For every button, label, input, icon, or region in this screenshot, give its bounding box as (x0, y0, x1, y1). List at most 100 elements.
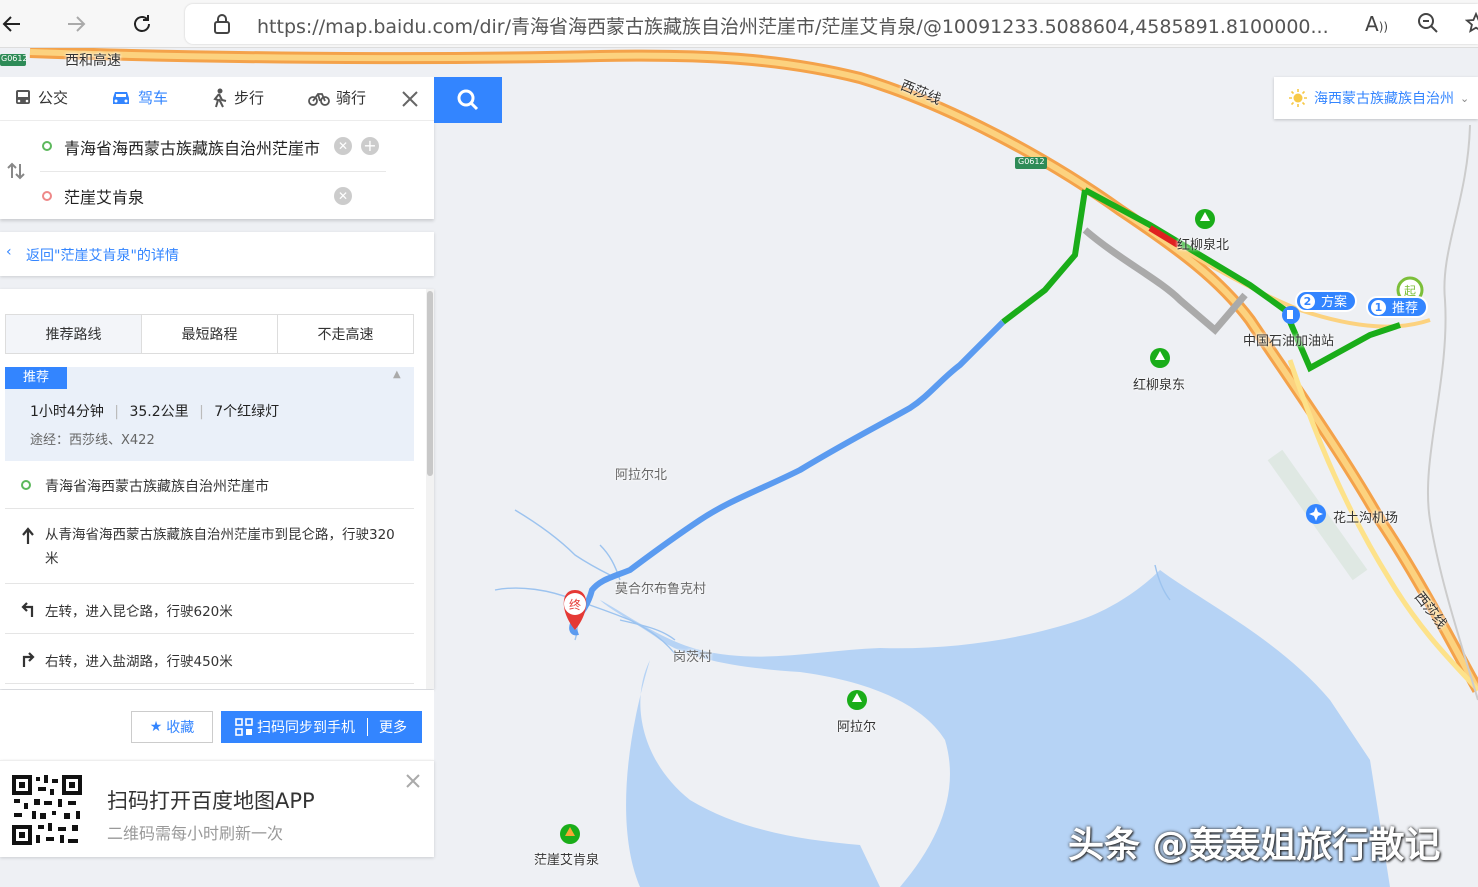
back-arrow-icon[interactable] (0, 6, 30, 42)
poi-hongliu-east-icon[interactable] (1150, 348, 1170, 368)
chevron-down-icon: ⌄ (1460, 91, 1470, 105)
step-text: 从青海省海西蒙古族藏族自治州茫崖市到昆仑路，行驶320米 (45, 527, 395, 567)
airport-icon[interactable] (1306, 504, 1326, 524)
mode-bike[interactable]: 骑行 (308, 87, 366, 108)
address-bar[interactable]: https://map.baidu.com/dir/青海省海西蒙古族藏族自治州茫… (185, 4, 1478, 44)
sun-weather-icon (1289, 89, 1307, 107)
plan-duration: 1小时4分钟 (30, 404, 104, 420)
end-marker-icon[interactable]: 终 (563, 590, 587, 630)
step-text: 右转，进入盐湖路，行驶450米 (45, 654, 233, 670)
label-alaer[interactable]: 阿拉尔 (837, 716, 876, 735)
input-divider (40, 171, 386, 172)
mode-walk[interactable]: 步行 (210, 87, 264, 108)
route-actions: ★ 收藏 扫码同步到手机 更多 (0, 690, 434, 760)
save-button[interactable]: ★ 收藏 (131, 711, 213, 743)
chevron-left-icon: ‹ (6, 244, 12, 260)
step-2[interactable]: 左转，进入昆仑路，行驶620米 (5, 584, 414, 634)
step-1[interactable]: 从青海省海西蒙古族藏族自治州茫崖市到昆仑路，行驶320米 (5, 509, 414, 584)
mode-bus-label: 公交 (38, 89, 69, 107)
lock-icon (213, 13, 231, 39)
route-summary[interactable]: 推荐 ▲ 1小时4分钟 | 35.2公里 | 7个红绿灯 途经：西莎线、X422 (5, 367, 414, 461)
shield-label-a: G0612 (1, 54, 28, 63)
close-qr-icon[interactable] (405, 773, 421, 793)
poi-alaer-icon[interactable] (847, 690, 867, 710)
watermark: 头条 @轰轰姐旅行散记 (1068, 825, 1441, 866)
more-button[interactable]: 更多 (379, 717, 407, 737)
tab-no-highway[interactable]: 不走高速 (277, 314, 414, 354)
app-qr-panel: 扫码打开百度地图APP 二维码需每小时刷新一次 (0, 760, 434, 857)
city-selector[interactable]: 海西蒙古族藏族自治州 ⌄ (1274, 77, 1478, 119)
step-origin[interactable]: 青海省海西蒙古族藏族自治州茫崖市 (5, 461, 414, 509)
scrollbar-thumb[interactable] (427, 291, 433, 476)
city-label: 海西蒙古族藏族自治州 (1314, 91, 1454, 107)
step-3[interactable]: 右转，进入盐湖路，行驶450米 (5, 634, 414, 684)
start-dot-icon (21, 480, 31, 490)
back-link-label: 返回"茫崖艾肯泉"的详情 (26, 248, 179, 264)
forward-arrow-icon[interactable] (58, 6, 94, 42)
step-text: 青海省海西蒙古族藏族自治州茫崖市 (45, 479, 269, 495)
clear-destination-icon[interactable]: ✕ (334, 187, 352, 205)
walk-icon (213, 88, 227, 107)
bus-icon (16, 89, 30, 104)
collapse-icon[interactable]: ▲ (393, 369, 401, 380)
mode-car-label: 驾车 (138, 89, 169, 107)
browser-toolbar: https://map.baidu.com/dir/青海省海西蒙古族藏族自治州茫… (0, 0, 1478, 48)
qr-title: 扫码打开百度地图APP (107, 789, 315, 813)
mode-walk-label: 步行 (234, 89, 265, 107)
turn-right-icon (22, 652, 35, 667)
destination-dot-icon (42, 191, 52, 201)
swap-icon[interactable] (6, 161, 26, 185)
plan-tag: 推荐 (5, 367, 67, 389)
destination-input[interactable]: 茫崖艾肯泉 (64, 184, 326, 208)
shield-label-b: G0612 (1018, 157, 1045, 166)
plan-stats: 1小时4分钟 | 35.2公里 | 7个红绿灯 (30, 404, 280, 420)
qr-code-icon (10, 773, 84, 847)
star-icon: ★ (149, 719, 163, 735)
label-gas-station[interactable]: 中国石油加油站 (1243, 330, 1334, 349)
car-icon (113, 91, 129, 104)
turn-left-icon (21, 602, 34, 617)
qr-scan-icon (235, 718, 253, 736)
scrollbar-track[interactable] (426, 289, 434, 689)
route-badge-1[interactable]: 1 推荐 (1366, 296, 1429, 318)
label-airport[interactable]: 花土沟机场 (1333, 507, 1398, 526)
travel-mode-tabs: 公交 驾车 步行 骑行 (0, 77, 434, 121)
bike-icon (308, 92, 330, 106)
tab-recommended[interactable]: 推荐路线 (5, 314, 142, 354)
origin-dot-icon (42, 141, 52, 151)
search-icon (457, 89, 479, 111)
refresh-icon[interactable] (124, 6, 160, 42)
label-alaerbei: 阿拉尔北 (615, 468, 668, 483)
route-inputs: 青海省海西蒙古族藏族自治州茫崖市 ✕ + 茫崖艾肯泉 ✕ (0, 121, 434, 219)
url-text: https://map.baidu.com/dir/青海省海西蒙古族藏族自治州茫… (257, 16, 1329, 38)
plan-distance: 35.2公里 (129, 404, 189, 420)
poi-aikenquan-icon[interactable] (560, 824, 580, 844)
back-to-detail-link[interactable]: ‹ 返回"茫崖艾肯泉"的详情 (0, 232, 434, 276)
straight-arrow-icon (22, 527, 34, 544)
close-icon[interactable] (400, 89, 420, 113)
mode-bus[interactable]: 公交 (14, 87, 68, 108)
route-badge-2[interactable]: 2 方案 (1295, 290, 1358, 312)
mode-car[interactable]: 驾车 (110, 87, 168, 108)
clear-origin-icon[interactable]: ✕ (334, 137, 352, 155)
add-waypoint-icon[interactable]: + (361, 137, 379, 155)
favorite-star-icon[interactable] (1464, 11, 1478, 38)
poi-hongliu-north-icon[interactable] (1195, 209, 1215, 229)
step-text: 左转，进入昆仑路，行驶620米 (45, 604, 233, 620)
plan-via: 途经：西莎线、X422 (30, 433, 155, 448)
label-hongliu-north[interactable]: 红柳泉北 (1177, 234, 1229, 253)
route-green (1001, 189, 1088, 325)
sync-to-phone-button[interactable]: 扫码同步到手机 更多 (221, 711, 422, 743)
route-result-panel: 推荐路线 最短路程 不走高速 推荐 ▲ 1小时4分钟 | 35.2公里 | 7个… (0, 289, 434, 689)
label-gangci: 岗茨村 (673, 650, 713, 665)
search-button[interactable] (434, 77, 502, 123)
lake-water-west (626, 660, 880, 887)
label-hongliu-east[interactable]: 红柳泉东 (1133, 374, 1185, 393)
read-aloud-icon[interactable]: A)) (1365, 12, 1388, 36)
label-aikenquan[interactable]: 茫崖艾肯泉 (534, 849, 599, 868)
zoom-icon[interactable] (1417, 12, 1439, 38)
label-mohe: 莫合尔布鲁克村 (615, 582, 707, 597)
origin-input[interactable]: 青海省海西蒙古族藏族自治州茫崖市 (64, 135, 326, 159)
sync-label: 扫码同步到手机 (257, 720, 355, 736)
tab-shortest[interactable]: 最短路程 (141, 314, 278, 354)
